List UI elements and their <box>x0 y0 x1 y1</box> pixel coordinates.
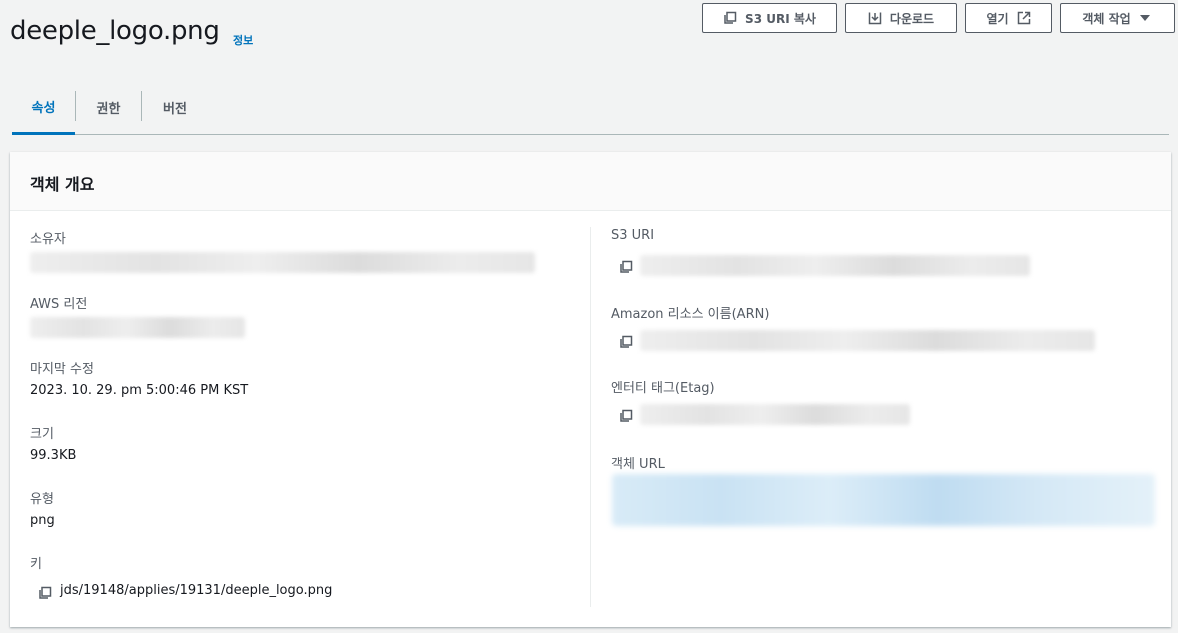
open-label: 열기 <box>986 11 1009 26</box>
region-value-redacted <box>30 317 245 338</box>
tab-bar: 속성 권한 버전 <box>12 80 1169 135</box>
s3-uri-label: S3 URI <box>611 228 655 243</box>
object-url-label: 객체 URL <box>611 457 665 472</box>
copy-etag-icon[interactable] <box>619 408 633 422</box>
open-button[interactable]: 열기 <box>965 3 1052 33</box>
tab-properties[interactable]: 속성 <box>12 80 75 135</box>
download-button[interactable]: 다운로드 <box>845 3 957 33</box>
etag-label: 엔터티 태그(Etag) <box>611 381 715 396</box>
arn-value-redacted <box>640 330 1095 351</box>
copy-key-icon[interactable] <box>38 585 52 599</box>
caret-down-icon <box>1139 11 1153 25</box>
info-link[interactable]: 정보 <box>233 32 253 48</box>
last-modified-value: 2023. 10. 29. pm 5:00:46 PM KST <box>30 383 249 398</box>
s3-uri-value-redacted <box>640 255 1030 276</box>
object-actions-button[interactable]: 객체 작업 <box>1060 3 1175 33</box>
size-value: 99.3KB <box>30 448 77 463</box>
download-icon <box>868 11 882 25</box>
last-modified-label: 마지막 수정 <box>30 362 94 377</box>
download-label: 다운로드 <box>889 11 935 26</box>
column-divider <box>590 227 591 607</box>
external-link-icon <box>1017 11 1031 25</box>
key-value: jds/19148/applies/19131/deeple_logo.png <box>60 583 333 598</box>
object-overview-panel: 객체 개요 소유자 AWS 리전 마지막 수정 2023. 10. 29. pm… <box>10 152 1171 627</box>
copy-icon <box>723 11 737 25</box>
key-label: 키 <box>30 557 42 572</box>
region-label: AWS 리전 <box>30 297 88 312</box>
type-value: png <box>30 513 55 528</box>
owner-value-redacted <box>30 252 535 273</box>
size-label: 크기 <box>30 427 54 442</box>
object-actions-label: 객체 작업 <box>1082 11 1131 26</box>
panel-title: 객체 개요 <box>30 175 95 194</box>
copy-s3-uri-icon[interactable] <box>619 259 633 273</box>
copy-arn-icon[interactable] <box>619 334 633 348</box>
tab-versions[interactable]: 버전 <box>142 80 208 134</box>
arn-label: Amazon 리소스 이름(ARN) <box>611 307 770 322</box>
tab-permissions[interactable]: 권한 <box>76 80 141 134</box>
type-label: 유형 <box>30 492 54 507</box>
panel-header: 객체 개요 <box>10 152 1171 211</box>
page-title: deeple_logo.png <box>10 16 220 46</box>
copy-s3-uri-button[interactable]: S3 URI 복사 <box>702 3 837 33</box>
etag-value-redacted <box>640 404 910 425</box>
copy-s3-uri-label: S3 URI 복사 <box>745 11 816 26</box>
object-url-value-redacted[interactable] <box>612 474 1155 526</box>
owner-label: 소유자 <box>30 232 66 247</box>
